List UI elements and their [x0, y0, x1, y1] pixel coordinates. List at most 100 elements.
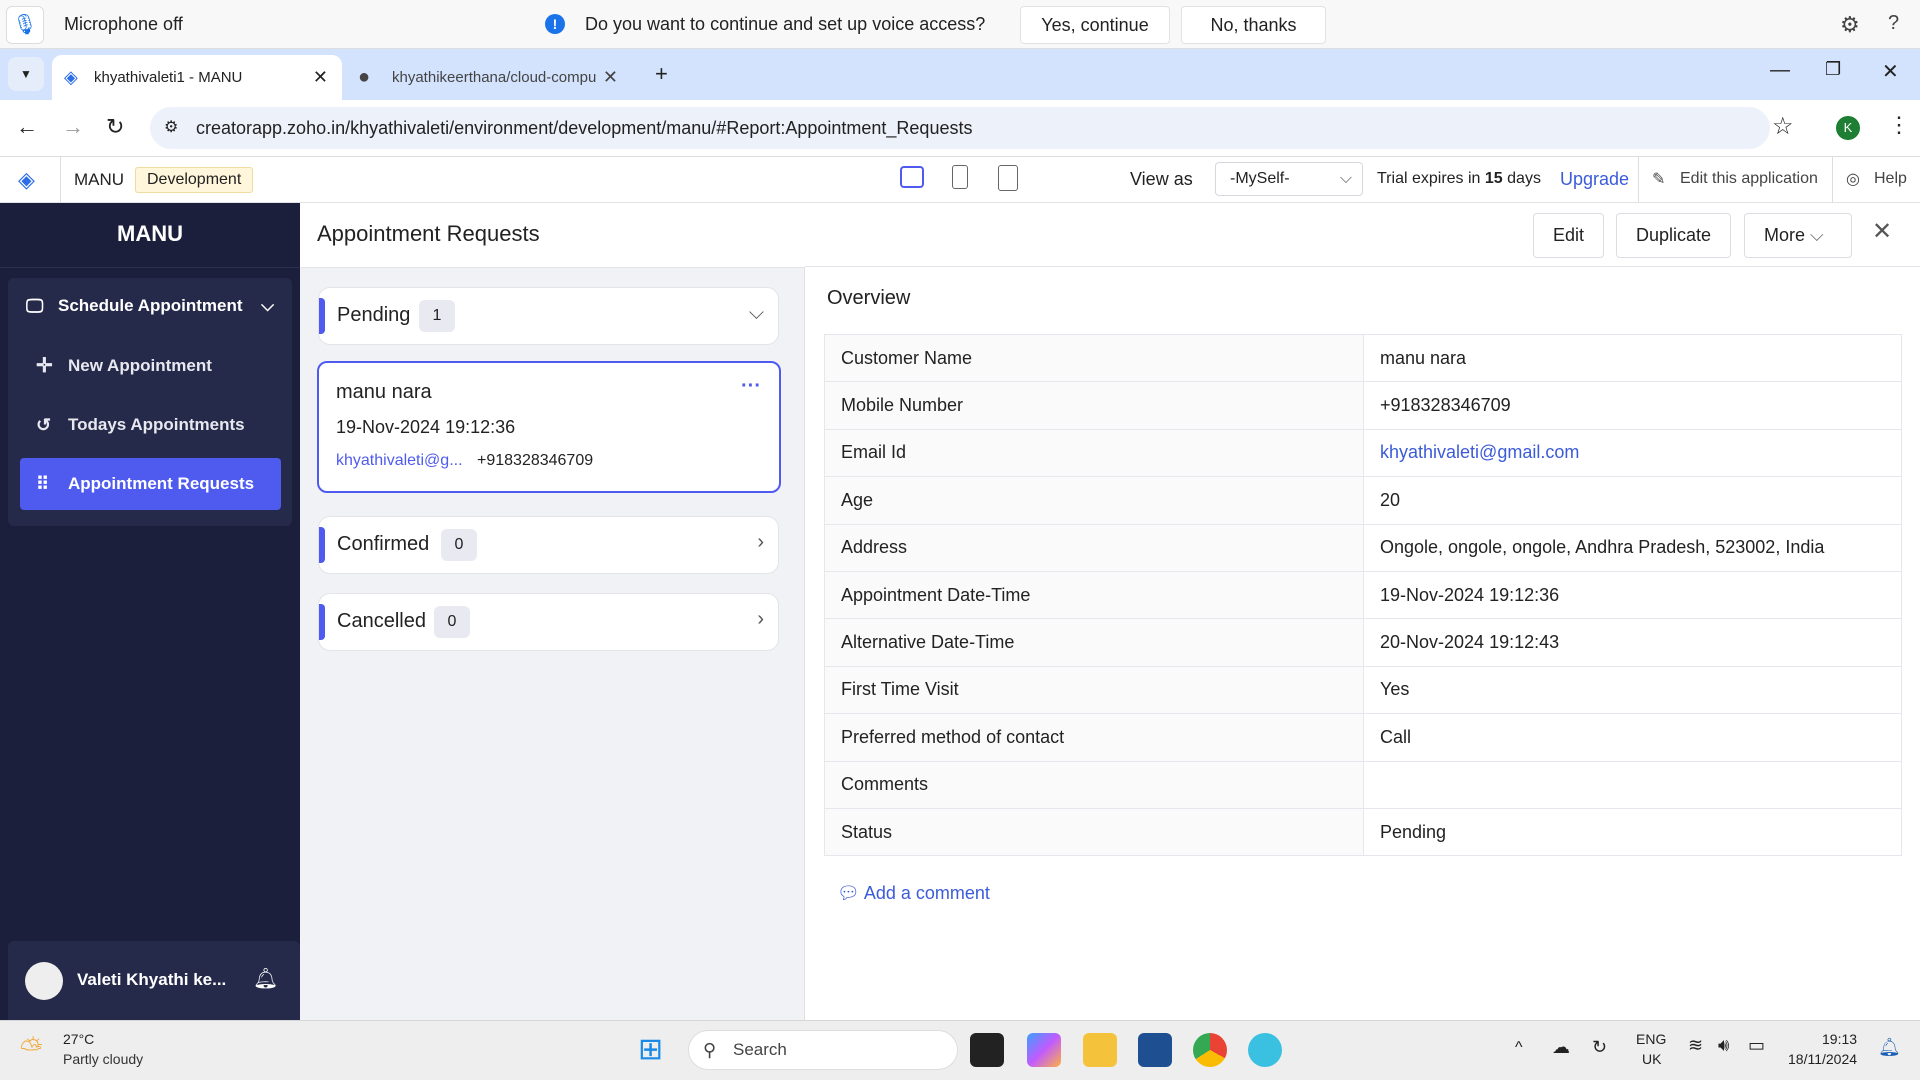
- section-title: Overview: [827, 287, 911, 309]
- card-email[interactable]: khyathivaleti@g...: [336, 452, 463, 470]
- group-confirmed[interactable]: Confirmed 0 ›: [318, 516, 779, 574]
- tab-search-icon[interactable]: ▼: [8, 57, 44, 91]
- forward-icon[interactable]: →: [62, 114, 84, 140]
- view-as-select[interactable]: -MySelf- ⌵: [1215, 162, 1363, 196]
- zoho-logo-icon[interactable]: ◈: [18, 167, 35, 193]
- sidebar-item-todays-appointments[interactable]: ↺ Todays Appointments: [20, 399, 281, 451]
- close-window-icon[interactable]: ✕: [1882, 59, 1899, 84]
- field-label: First Time Visit: [824, 665, 1364, 715]
- tab-active[interactable]: ◈ khyathivaleti1 - MANU ✕: [52, 55, 342, 100]
- history-icon: ↺: [36, 415, 52, 435]
- bell-icon[interactable]: 🔔︎: [253, 966, 278, 991]
- record-card[interactable]: manu nara 19-Nov-2024 19:12:36 khyathiva…: [317, 361, 781, 493]
- close-icon[interactable]: ✕: [1872, 217, 1892, 246]
- clock-time[interactable]: 19:13: [1822, 1031, 1857, 1047]
- more-label: More: [1764, 225, 1806, 245]
- onedrive-icon[interactable]: ☁: [1552, 1037, 1570, 1058]
- tab-title: khyathivaleti1 - MANU: [94, 69, 243, 86]
- group-indicator: [319, 527, 325, 563]
- mobile-view-icon[interactable]: [998, 165, 1018, 191]
- volume-icon[interactable]: 🔊︎: [1718, 1035, 1729, 1056]
- copilot-icon[interactable]: [1027, 1033, 1061, 1067]
- bookmark-star-icon[interactable]: ☆: [1772, 112, 1794, 141]
- add-comment-link[interactable]: 💬︎ Add a comment: [837, 883, 990, 904]
- detail-row: First Time Visit Yes: [824, 665, 1902, 715]
- divider: [60, 157, 61, 203]
- close-tab-icon[interactable]: ✕: [313, 55, 328, 100]
- no-thanks-button[interactable]: No, thanks: [1181, 6, 1326, 44]
- plus-icon: ✛: [36, 355, 53, 377]
- more-options-icon[interactable]: ···: [741, 375, 761, 398]
- field-value[interactable]: khyathivaleti@gmail.com: [1363, 428, 1902, 478]
- group-label: Cancelled: [337, 610, 426, 632]
- weather-text: Partly cloudy: [63, 1051, 144, 1067]
- detail-row: Customer Name manu nara: [824, 333, 1902, 383]
- weather-icon: ⛅︎: [20, 1033, 43, 1064]
- detail-toolbar: Edit Duplicate More ⌵ ✕: [805, 203, 1920, 267]
- tab-github[interactable]: ● khyathikeerthana/cloud-compu ✕: [350, 55, 630, 100]
- detail-row: Preferred method of contact Call: [824, 713, 1902, 762]
- sidebar-item-label: Todays Appointments: [68, 415, 245, 434]
- new-tab-icon[interactable]: +: [655, 61, 668, 87]
- monitor-icon: 🖵: [26, 296, 44, 316]
- zoho-creator-icon: ◈: [64, 67, 78, 87]
- avatar[interactable]: [25, 962, 63, 1000]
- language[interactable]: ENG: [1636, 1031, 1666, 1047]
- browser-menu-icon[interactable]: ⋮: [1888, 112, 1910, 138]
- user-name[interactable]: Valeti Khyathi ke...: [77, 970, 226, 990]
- duplicate-button[interactable]: Duplicate: [1616, 213, 1731, 258]
- trial-prefix: Trial expires in: [1377, 170, 1481, 187]
- help-link[interactable]: Help: [1874, 170, 1907, 188]
- taskbar-search[interactable]: ⚲ Search: [688, 1030, 958, 1070]
- field-label: Comments: [824, 760, 1364, 809]
- trial-notice: Trial expires in 15 days: [1377, 170, 1541, 188]
- settings-icon[interactable]: ⚙: [1840, 12, 1860, 38]
- url-input[interactable]: ⚙ creatorapp.zoho.in/khyathivaleti/envir…: [150, 107, 1770, 149]
- restore-icon[interactable]: ❐: [1825, 59, 1841, 80]
- windows-start-icon[interactable]: ⊞: [638, 1035, 663, 1065]
- desktop-view-icon[interactable]: [900, 166, 924, 188]
- help-icon[interactable]: ?: [1888, 12, 1899, 35]
- add-comment-label: Add a comment: [863, 883, 990, 903]
- wifi-icon[interactable]: ≋: [1688, 1035, 1703, 1056]
- chevron-down-icon: ⌵: [261, 296, 274, 315]
- voice-access-icon[interactable]: [1248, 1033, 1282, 1067]
- minimize-icon[interactable]: —: [1770, 59, 1790, 82]
- field-label: Status: [824, 807, 1364, 857]
- detail-row: Alternative Date-Time 20-Nov-2024 19:12:4…: [824, 618, 1902, 667]
- environment-badge[interactable]: Development: [135, 167, 254, 193]
- task-view-icon[interactable]: [970, 1033, 1004, 1067]
- language-region[interactable]: UK: [1642, 1051, 1661, 1067]
- sidebar-item-appointment-requests[interactable]: ⠿ Appointment Requests: [20, 458, 281, 510]
- card-phone: +918328346709: [477, 452, 594, 469]
- edit-button[interactable]: Edit: [1533, 213, 1604, 258]
- detail-row: Comments: [824, 760, 1902, 809]
- more-button[interactable]: More ⌵: [1744, 213, 1852, 258]
- clock-date[interactable]: 18/11/2024: [1788, 1051, 1857, 1067]
- notification-bell-icon[interactable]: 🔔︎: [1878, 1037, 1901, 1058]
- tablet-view-icon[interactable]: [952, 165, 968, 189]
- battery-icon[interactable]: ▭: [1748, 1035, 1765, 1056]
- sync-icon[interactable]: ↻: [1592, 1037, 1607, 1058]
- group-count: 0: [434, 606, 470, 638]
- edit-application-link[interactable]: Edit this application: [1680, 170, 1818, 188]
- profile-avatar[interactable]: K: [1836, 116, 1860, 140]
- microphone-icon[interactable]: 🎙: [6, 6, 44, 44]
- chrome-icon[interactable]: [1193, 1033, 1227, 1067]
- field-label: Appointment Date-Time: [824, 570, 1364, 620]
- upgrade-link[interactable]: Upgrade: [1560, 169, 1629, 190]
- close-tab-icon[interactable]: ✕: [603, 55, 618, 100]
- site-info-icon[interactable]: ⚙: [164, 107, 178, 149]
- reload-icon[interactable]: ↻: [106, 114, 124, 140]
- group-cancelled[interactable]: Cancelled 0 ›: [318, 593, 779, 651]
- chevron-up-icon[interactable]: ^: [1515, 1039, 1523, 1057]
- sidebar-item-new-appointment[interactable]: ✛ New Appointment: [20, 340, 281, 392]
- back-icon[interactable]: ←: [16, 114, 38, 140]
- detail-row: Email Id khyathivaleti@gmail.com: [824, 428, 1902, 478]
- store-icon[interactable]: [1138, 1033, 1172, 1067]
- file-explorer-icon[interactable]: [1083, 1033, 1117, 1067]
- field-value: Pending: [1363, 807, 1902, 857]
- sidebar-section-schedule-appointment[interactable]: 🖵 Schedule Appointment ⌵: [8, 278, 292, 334]
- yes-continue-button[interactable]: Yes, continue: [1020, 6, 1170, 44]
- group-pending[interactable]: Pending 1 ⌵: [318, 287, 779, 345]
